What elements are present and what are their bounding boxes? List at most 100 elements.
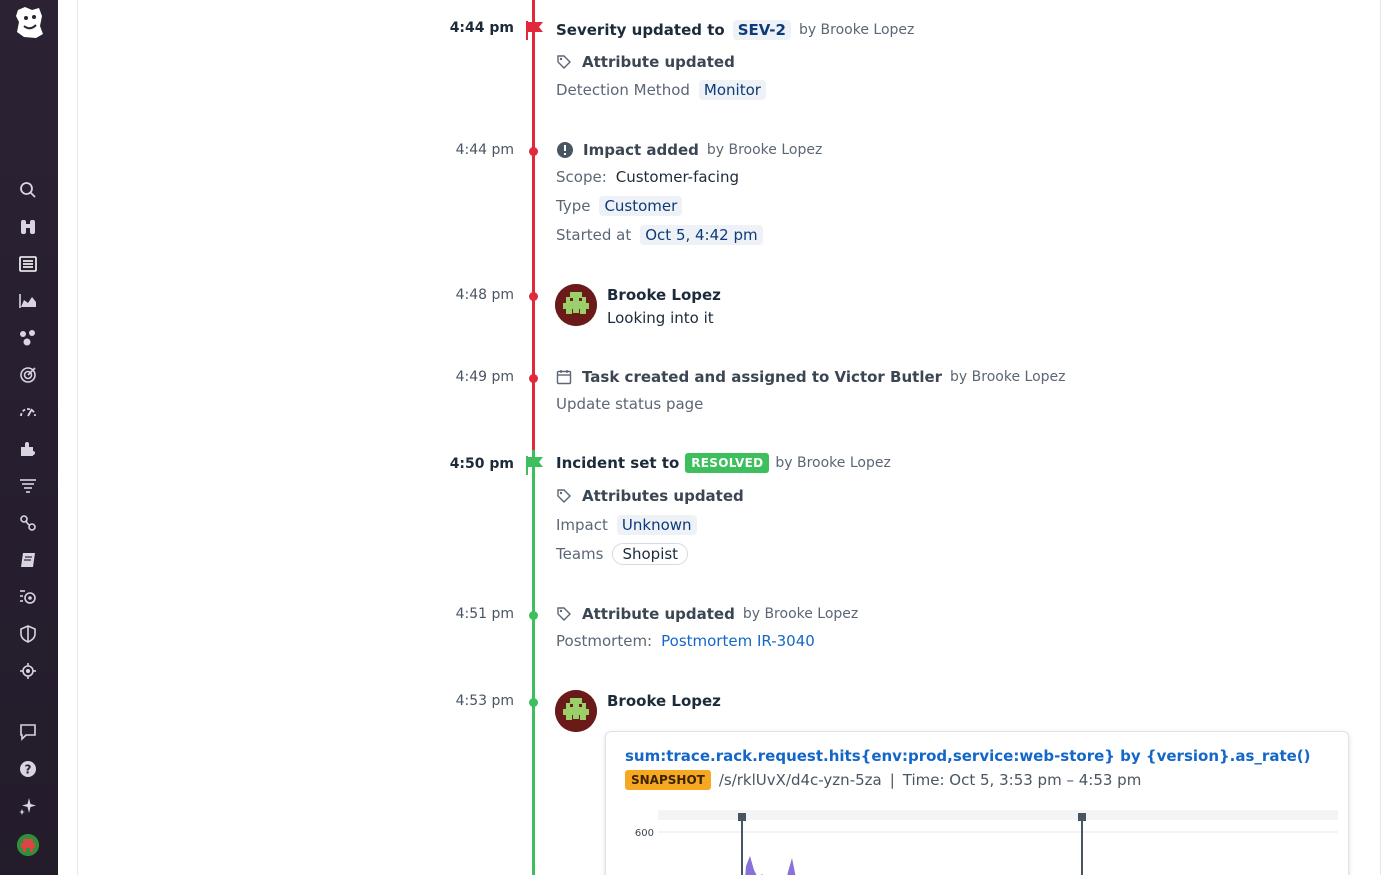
author-avatar[interactable]	[555, 690, 597, 732]
y-tick-label: 600	[635, 828, 654, 839]
pixel-avatar-icon	[555, 690, 597, 732]
author-name: Brooke Lopez	[607, 286, 721, 304]
sub-title: Attributes updated	[582, 487, 744, 505]
teams-row: Teams Shopist	[556, 543, 689, 565]
snapshot-path: /s/rklUvX/d4c-yzn-5za	[718, 771, 882, 789]
postmortem-row: Postmortem: Postmortem IR-3040	[556, 632, 815, 650]
postmortem-label: Postmortem:	[556, 632, 653, 650]
attr-label: Detection Method	[556, 81, 690, 99]
postmortem-link[interactable]: Postmortem IR-3040	[661, 632, 815, 650]
impact-row: Impact Unknown	[556, 515, 697, 535]
tag-icon	[557, 607, 571, 621]
event-marker-handle[interactable]	[1078, 813, 1086, 821]
infrastructure-icon[interactable]	[16, 326, 40, 350]
graph-header-band	[658, 810, 1338, 820]
chat-icon[interactable]	[16, 720, 40, 744]
attr-value-chip[interactable]: Monitor	[698, 80, 766, 100]
attributes-updated-heading: Attributes updated	[556, 487, 744, 505]
event-author: by Brooke Lopez	[742, 606, 859, 622]
event-author: by Brooke Lopez	[950, 369, 1066, 385]
help-icon[interactable]: ?	[16, 757, 40, 781]
graph-meta: SNAPSHOT /s/rklUvX/d4c-yzn-5za | Time: O…	[625, 770, 1141, 790]
green-flag-icon	[526, 456, 543, 475]
sparkle-icon[interactable]	[16, 794, 40, 818]
task-detail: Update status page	[556, 395, 703, 413]
comment-author: Brooke Lopez	[607, 692, 721, 710]
graph-plot: 600 400	[635, 810, 1338, 875]
event-title: Attribute updated	[582, 605, 735, 623]
severity-chip[interactable]: SEV-2	[732, 20, 791, 40]
scope-row: Scope: Customer-facing	[556, 168, 739, 186]
snapshot-badge: SNAPSHOT	[625, 770, 711, 790]
timeline-line-resolved	[532, 450, 535, 875]
timeline-dot	[529, 292, 538, 301]
event-marker-handle[interactable]	[738, 813, 746, 821]
user-avatar[interactable]	[17, 834, 39, 856]
datadog-logo[interactable]	[12, 4, 46, 40]
event-time: 4:49 pm	[455, 369, 514, 385]
timeline-dot	[529, 374, 538, 383]
author-name: Brooke Lopez	[607, 692, 721, 710]
settings-icon[interactable]	[16, 659, 40, 683]
impact-added-event: Impact added by Brooke Lopez	[556, 141, 822, 159]
author-avatar[interactable]	[555, 284, 597, 326]
apm-icon[interactable]	[16, 363, 40, 387]
timeline-dot	[529, 147, 538, 156]
security-icon[interactable]	[16, 622, 40, 646]
alert-icon	[557, 142, 573, 158]
type-label: Type	[556, 197, 591, 215]
notebook-icon[interactable]	[16, 548, 40, 572]
impact-chip[interactable]: Unknown	[616, 515, 697, 535]
pixel-avatar-icon	[555, 284, 597, 326]
comment-message: Looking into it	[607, 309, 714, 327]
event-title: Task created and assigned to Victor Butl…	[582, 368, 943, 386]
sub-title: Attribute updated	[582, 53, 735, 71]
type-chip[interactable]: Customer	[599, 196, 683, 216]
event-author: by Brooke Lopez	[775, 455, 891, 471]
series-area	[745, 856, 763, 875]
scope-value: Customer-facing	[615, 168, 739, 186]
calendar-icon	[556, 370, 572, 385]
separator: |	[889, 771, 895, 789]
event-author: by Brooke Lopez	[798, 22, 915, 38]
impact-label: Impact	[556, 516, 608, 534]
event-time: 4:48 pm	[455, 287, 514, 303]
chart-icon[interactable]	[16, 289, 40, 313]
integrations-icon[interactable]	[16, 437, 40, 461]
list-icon[interactable]	[16, 252, 40, 276]
binoculars-icon[interactable]	[16, 215, 40, 239]
type-row: Type Customer	[556, 196, 683, 216]
started-at-row: Started at Oct 5, 4:42 pm	[556, 225, 763, 245]
comment-author: Brooke Lopez	[607, 286, 721, 304]
logs-icon[interactable]	[16, 474, 40, 498]
resolved-event: Incident set to RESOLVED by Brooke Lopez	[556, 453, 891, 473]
started-label: Started at	[556, 226, 632, 244]
series-area	[787, 858, 796, 875]
event-title: Impact added	[583, 141, 699, 159]
event-time: 4:53 pm	[455, 693, 514, 709]
attribute-updated-heading: Attribute updated	[556, 53, 735, 71]
search-icon[interactable]	[16, 178, 40, 202]
sidebar: ?	[0, 0, 58, 875]
red-flag-icon	[526, 21, 543, 40]
resolved-badge: RESOLVED	[685, 453, 770, 473]
event-author: by Brooke Lopez	[706, 142, 823, 158]
scope-label: Scope:	[556, 168, 607, 186]
event-title: Incident set to	[556, 454, 680, 472]
postmortem-event: Attribute updated by Brooke Lopez	[556, 605, 858, 623]
rum-icon[interactable]	[16, 585, 40, 609]
gauge-icon[interactable]	[16, 400, 40, 424]
task-created-event: Task created and assigned to Victor Butl…	[556, 368, 1065, 386]
graph-snapshot-card[interactable]: sum:trace.rack.request.hits{env:prod,ser…	[605, 731, 1349, 875]
graph-query-link[interactable]: sum:trace.rack.request.hits{env:prod,ser…	[625, 747, 1311, 765]
started-chip[interactable]: Oct 5, 4:42 pm	[640, 225, 763, 245]
time-range: Time: Oct 5, 3:53 pm – 4:53 pm	[902, 771, 1142, 789]
team-pill[interactable]: Shopist	[612, 543, 689, 565]
detection-method-row: Detection Method Monitor	[556, 80, 766, 100]
synthetics-icon[interactable]	[16, 511, 40, 535]
event-time: 4:50 pm	[449, 456, 514, 472]
tag-icon	[557, 489, 571, 503]
message-text: Looking into it	[607, 309, 714, 327]
event-time: 4:51 pm	[455, 606, 514, 622]
severity-event: Severity updated to SEV-2 by Brooke Lope…	[556, 20, 914, 40]
